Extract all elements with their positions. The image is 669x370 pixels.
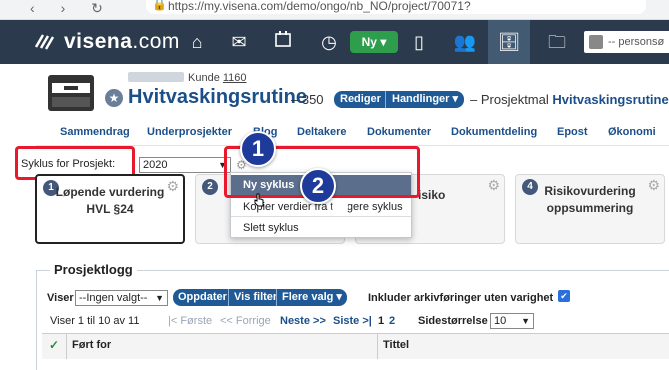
vis-filter-button[interactable]: Vis filter (228, 289, 283, 306)
calendar-icon[interactable] (270, 30, 296, 54)
menu-divider (231, 216, 411, 217)
log-count-text: Viser 1 til 10 av 11 (50, 315, 140, 327)
home-icon[interactable]: ⌂ (184, 30, 210, 54)
forward-icon[interactable]: › (61, 0, 66, 16)
tab-dokumenter[interactable]: Dokumenter (367, 126, 431, 138)
chevron-down-icon: ▼ (521, 316, 530, 326)
phase-card-4[interactable]: 4 ⚙ Risikovurdering oppsummering (515, 174, 665, 244)
column-tittel[interactable]: Tittel (383, 339, 409, 351)
customer-name-redacted (128, 72, 184, 82)
log-filter-selected: --Ingen valgt-- (79, 292, 148, 304)
tab-okonomi[interactable]: Økonomi (608, 126, 656, 138)
folder-icon[interactable]: 🗀 (544, 30, 570, 54)
visena-logo[interactable]: visena.com (34, 30, 180, 54)
log-table-header (42, 333, 669, 359)
project-title: Hvitvaskingsrutine (128, 86, 307, 108)
inkluder-checkbox[interactable]: ✔ (558, 290, 570, 302)
back-icon[interactable]: ‹ (30, 0, 35, 16)
tab-dokumentdeling[interactable]: Dokumentdeling (451, 126, 537, 138)
prosjektlogg-title: Prosjektlogg (50, 262, 137, 277)
logo-tld: .com (132, 30, 180, 53)
file-cabinet-icon (48, 75, 94, 111)
person-placeholder: -- personsø (608, 36, 665, 48)
hand-cursor-icon (254, 193, 264, 207)
app-header: visena.com ⌂ ✉ ◷ Ny ▾ ▯ 👥 🗄 🗀 -- persons… (0, 20, 669, 64)
lock-icon: 🔒 (152, 0, 167, 11)
tab-underprosjekter[interactable]: Underprosjekter (147, 126, 232, 138)
step-badge-1: 1 (240, 131, 276, 167)
browser-bar: ‹ › ↻ 🔒 https://my.visena.com/demo/ongo/… (0, 0, 669, 20)
phase-number: 2 (202, 179, 218, 195)
page-2[interactable]: 2 (389, 315, 395, 327)
viser-label: Viser (47, 292, 74, 304)
kunde-text: Kunde (188, 72, 220, 84)
tab-sammendrag[interactable]: Sammendrag (60, 126, 130, 138)
sidestorrelse-label: Sidestørrelse (418, 315, 488, 327)
mail-icon[interactable]: ✉ (226, 30, 252, 54)
chevron-down-icon: ▼ (155, 293, 164, 303)
project-number: – 350 (291, 92, 324, 107)
phase-card-1[interactable]: 1 ⚙ Løpende vurdering HVL §24 (35, 174, 185, 244)
customer-label: Kunde 1160 (188, 72, 247, 84)
tab-deltakere[interactable]: Deltakere (297, 126, 347, 138)
step-badge-2: 2 (300, 168, 336, 204)
person-icon (589, 35, 603, 49)
ny-button[interactable]: Ny ▾ (350, 31, 398, 53)
syklus-selected: 2020 (143, 159, 168, 171)
reload-icon[interactable]: ↻ (91, 0, 103, 16)
logo-text: visena (64, 30, 133, 53)
rediger-button[interactable]: Rediger (334, 91, 387, 108)
project-tabs: Sammendrag Underprosjekter Blog Deltaker… (0, 126, 669, 142)
address-bar[interactable]: 🔒 https://my.visena.com/demo/ongo/nb_NO/… (146, 0, 646, 14)
kunde-number[interactable]: 1160 (223, 72, 247, 84)
inkluder-label: Inkluder arkivføringer uten varighet (368, 292, 554, 304)
browser-nav: ‹ › ↻ (30, 0, 125, 17)
phase-title: Risikovurdering oppsummering (544, 184, 636, 215)
prosjektmal-name[interactable]: Hvitvaskingsrutine (552, 92, 668, 107)
annotation-blob (332, 199, 348, 215)
oppdater-button[interactable]: Oppdater (173, 289, 232, 306)
flere-valg-button[interactable]: Flere valg ▾ (276, 289, 347, 306)
archive-icon: 🗄 (497, 32, 521, 52)
favorite-star-icon[interactable]: ★ (105, 89, 123, 107)
syklus-select[interactable]: 2020 ▼ (139, 157, 231, 173)
clock-icon[interactable]: ◷ (316, 30, 342, 54)
page-size-value: 10 (494, 315, 507, 327)
calendar-glyph (275, 31, 291, 47)
archive-nav-active[interactable]: 🗄 (488, 20, 530, 64)
prosjektmal-prefix: – Prosjektmal (470, 92, 549, 107)
url-text: https://my.visena.com/demo/ongo/nb_NO/pr… (168, 0, 471, 13)
notebook-icon[interactable]: ▯ (406, 30, 432, 54)
column-divider (66, 333, 67, 359)
check-icon: ✓ (49, 338, 60, 352)
column-divider (377, 333, 378, 359)
log-filter-select[interactable]: --Ingen valgt-- ▼ (75, 290, 168, 306)
first-page-link: |< Første (168, 315, 213, 327)
menu-item-slett-syklus[interactable]: Slett syklus (231, 218, 411, 238)
person-search-input[interactable]: -- personsø (584, 31, 669, 53)
users-icon[interactable]: 👥 (452, 30, 478, 54)
last-page-link[interactable]: Siste >| (333, 315, 372, 327)
page-1: 1 (378, 315, 385, 327)
column-fort-for[interactable]: Ført for (72, 339, 111, 351)
next-page-link[interactable]: Neste >> (280, 315, 326, 327)
visena-logo-mark-icon (34, 34, 55, 50)
page-size-select[interactable]: 10 ▼ (490, 313, 534, 329)
phase-title: Løpende vurdering HVL §24 (55, 185, 165, 216)
previous-page-link: << Forrige (220, 315, 271, 327)
handlinger-button[interactable]: Handlinger ▾ (385, 91, 465, 108)
tab-epost[interactable]: Epost (557, 126, 588, 138)
project-template: – Prosjektmal Hvitvaskingsrutine (470, 92, 669, 107)
